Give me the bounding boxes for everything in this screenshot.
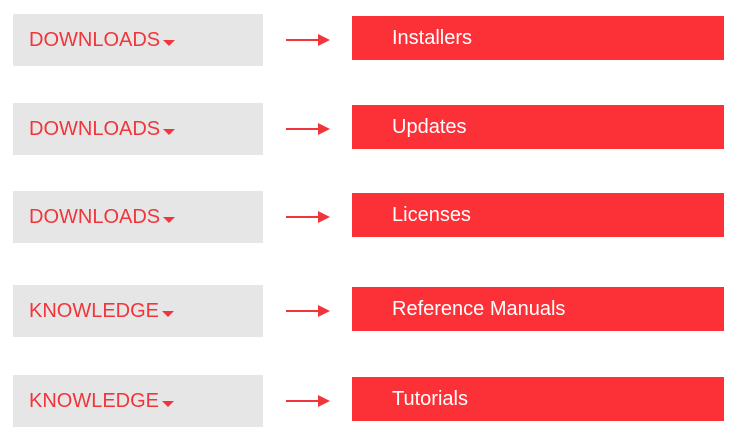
menu-button-label: DOWNLOADS xyxy=(29,206,161,228)
menu-button-label: DOWNLOADS xyxy=(29,118,161,140)
arrow-right-icon xyxy=(286,305,330,317)
caret-down-icon xyxy=(162,310,175,317)
downloads-menu-button[interactable]: DOWNLOADS xyxy=(13,103,263,155)
caret-down-icon xyxy=(162,400,175,407)
caret-down-icon xyxy=(163,128,176,135)
menu-row-3: DOWNLOADS Licenses xyxy=(0,191,736,243)
caret-down-icon xyxy=(163,39,176,46)
menu-row-2: DOWNLOADS Updates xyxy=(0,103,736,155)
menu-row-1: DOWNLOADS Installers xyxy=(0,14,736,66)
menu-item-reference-manuals[interactable]: Reference Manuals xyxy=(352,287,724,331)
menu-item-tutorials[interactable]: Tutorials xyxy=(352,377,724,421)
caret-down-icon xyxy=(163,216,176,223)
menu-button-label: DOWNLOADS xyxy=(29,29,161,51)
knowledge-menu-button[interactable]: KNOWLEDGE xyxy=(13,285,263,337)
menu-button-label: KNOWLEDGE xyxy=(29,390,160,412)
menu-row-5: KNOWLEDGE Tutorials xyxy=(0,375,736,427)
arrow-right-icon xyxy=(286,395,330,407)
arrow-right-icon xyxy=(286,123,330,135)
menu-item-licenses[interactable]: Licenses xyxy=(352,193,724,237)
menu-item-updates[interactable]: Updates xyxy=(352,105,724,149)
menu-button-label: KNOWLEDGE xyxy=(29,300,160,322)
menu-row-4: KNOWLEDGE Reference Manuals xyxy=(0,285,736,337)
downloads-menu-button[interactable]: DOWNLOADS xyxy=(13,191,263,243)
downloads-menu-button[interactable]: DOWNLOADS xyxy=(13,14,263,66)
menu-item-installers[interactable]: Installers xyxy=(352,16,724,60)
arrow-right-icon xyxy=(286,34,330,46)
arrow-right-icon xyxy=(286,211,330,223)
knowledge-menu-button[interactable]: KNOWLEDGE xyxy=(13,375,263,427)
